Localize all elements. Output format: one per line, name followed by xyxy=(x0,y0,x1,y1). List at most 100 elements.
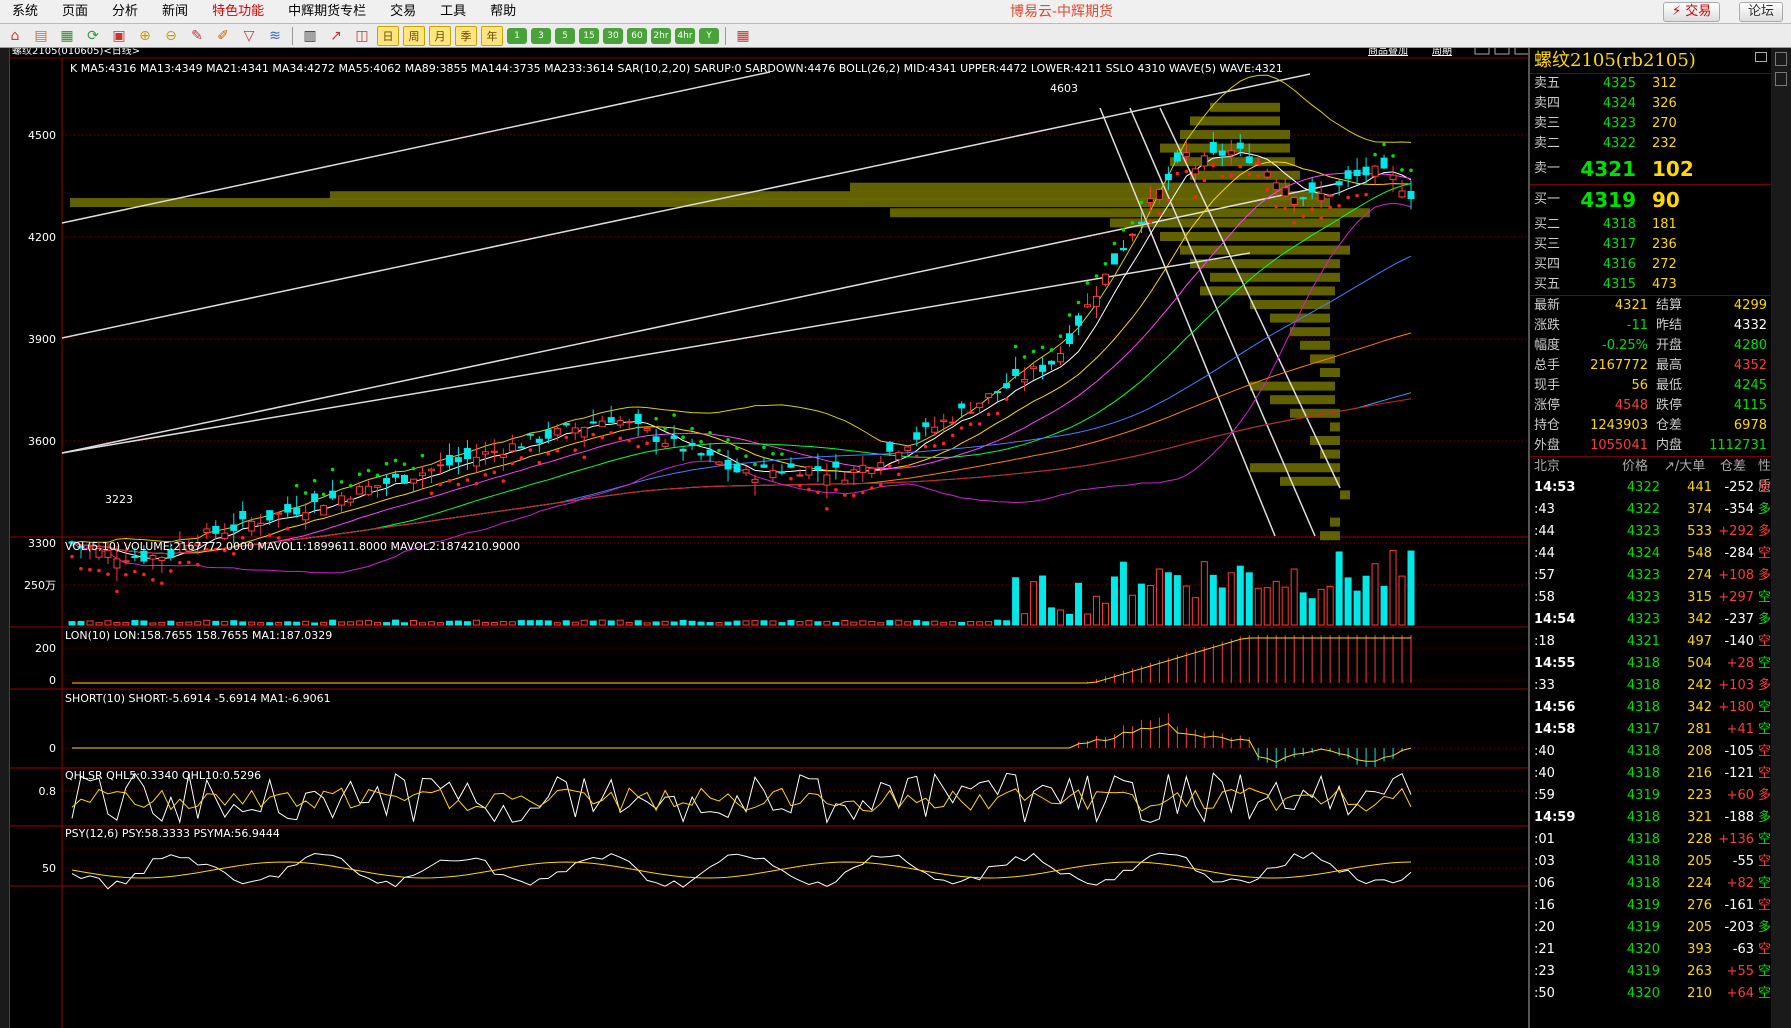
trade-row[interactable]: :06 4318 224 +82 空开 xyxy=(1530,873,1784,895)
trade-row[interactable]: :43 4322 374 -354 多平 xyxy=(1530,499,1784,521)
trade-row[interactable]: :18 4321 497 -140 空平 xyxy=(1530,631,1784,653)
chart-window-icon[interactable] xyxy=(1474,48,1490,55)
bid-row[interactable]: 买三 4317 236 xyxy=(1530,235,1771,255)
chart-window-icon[interactable] xyxy=(1494,48,1510,55)
trade-row[interactable]: 14:56 4318 342 +180 空开 xyxy=(1530,697,1784,719)
ask-row[interactable]: 卖五 4325 312 xyxy=(1530,74,1771,94)
chart-window-icon[interactable] xyxy=(1514,48,1528,55)
interval-button[interactable]: 4hr xyxy=(675,27,695,44)
trade-row[interactable]: 14:55 4318 504 +28 空开 xyxy=(1530,653,1784,675)
period-button[interactable]: 季 xyxy=(455,25,477,46)
candle-body xyxy=(661,442,669,447)
chart-icon[interactable]: ▦ xyxy=(56,26,78,46)
pen-icon[interactable]: ✎ xyxy=(186,26,208,46)
interval-button[interactable]: 2hr xyxy=(651,27,671,44)
menu-item[interactable]: 帮助 xyxy=(478,0,528,24)
volume-bar xyxy=(841,619,849,626)
brush-icon[interactable]: ✐ xyxy=(212,26,234,46)
period-button[interactable]: 日 xyxy=(377,25,399,46)
period-button[interactable]: 年 xyxy=(481,25,503,46)
table-icon[interactable]: ▥ xyxy=(299,26,321,46)
menu-item[interactable]: 新闻 xyxy=(150,0,200,24)
trade-row[interactable]: :44 4323 533 +292 多开 xyxy=(1530,521,1784,543)
interval-button[interactable]: 15 xyxy=(579,27,599,44)
trades-list[interactable]: 14:53 4322 441 -252 空平:43 4322 374 -354 … xyxy=(1530,477,1784,1005)
sar-dot xyxy=(79,566,83,571)
interval-button[interactable]: 1 xyxy=(507,27,527,44)
calendar-icon[interactable]: ▦ xyxy=(732,26,754,46)
trade-row[interactable]: :16 4319 276 -161 空平 xyxy=(1530,895,1784,917)
tab-period[interactable]: 周期 xyxy=(1432,48,1452,57)
page-icon[interactable]: ▤ xyxy=(30,26,52,46)
tick-icon[interactable]: ◫ xyxy=(351,26,373,46)
trade-row[interactable]: :50 4320 210 +64 空开 xyxy=(1530,983,1784,1005)
volume-bar xyxy=(374,621,382,626)
menu-item[interactable]: 工具 xyxy=(428,0,478,24)
menu-item[interactable]: 中辉期货专栏 xyxy=(276,0,378,24)
refresh-icon[interactable]: ⟳ xyxy=(82,26,104,46)
interval-button[interactable]: 60 xyxy=(627,27,647,44)
trade-row[interactable]: :01 4318 228 +136 空开 xyxy=(1530,829,1784,851)
menu-item[interactable]: 系统 xyxy=(0,0,50,24)
panel-toggle-icon[interactable] xyxy=(1755,52,1767,62)
trade-row[interactable]: :03 4318 205 -55 空平 xyxy=(1530,851,1784,873)
ask-row[interactable]: 卖三 4323 270 xyxy=(1530,114,1771,134)
ask-label: 卖四 xyxy=(1534,96,1561,111)
menu-item[interactable]: 交易 xyxy=(378,0,428,24)
trade-price: 4319 xyxy=(1626,788,1660,803)
indicator-icon[interactable]: ≋ xyxy=(264,26,286,46)
trade-row[interactable]: 14:59 4318 321 -188 多平 xyxy=(1530,807,1784,829)
menu-item[interactable]: 分析 xyxy=(100,0,150,24)
period-button[interactable]: 月 xyxy=(429,25,451,46)
interval-button[interactable]: 3 xyxy=(531,27,551,44)
ask-row[interactable]: 卖四 4324 326 xyxy=(1530,94,1771,114)
trade-button[interactable]: ⚡ 交易 xyxy=(1663,2,1721,22)
trade-price: 4323 xyxy=(1626,612,1660,627)
candle-body xyxy=(1155,188,1163,200)
volume-bar xyxy=(751,620,759,626)
collapse-icon[interactable] xyxy=(1775,72,1787,86)
bid-row[interactable]: 买二 4318 181 xyxy=(1530,215,1771,235)
period-button[interactable]: 周 xyxy=(403,25,425,46)
ask1-row[interactable]: 卖一 4321 102 xyxy=(1530,154,1771,184)
trade-row[interactable]: :40 4318 216 -121 空平 xyxy=(1530,763,1784,785)
expand-icon[interactable] xyxy=(1775,52,1787,66)
window-icon[interactable]: ▣ xyxy=(108,26,130,46)
interval-button[interactable]: Y xyxy=(699,27,719,44)
filter-icon[interactable]: ▽ xyxy=(238,26,260,46)
trade-row[interactable]: :40 4318 208 -105 空平 xyxy=(1530,741,1784,763)
kline-chart[interactable]: 螺纹2105(010605)<日线> 商品叠加 周期 K MA5:4316 MA13:… xyxy=(10,48,1528,1028)
interval-button[interactable]: 5 xyxy=(555,27,575,44)
zoom-out-icon[interactable]: ⊖ xyxy=(160,26,182,46)
zoom-in-icon[interactable]: ⊕ xyxy=(134,26,156,46)
trades-header-vol: ↗/大单 xyxy=(1664,459,1706,474)
trade-time: :06 xyxy=(1534,876,1555,891)
volume-bar xyxy=(598,619,606,626)
trade-row[interactable]: :59 4319 223 +60 多开 xyxy=(1530,785,1784,807)
menu-item[interactable]: 页面 xyxy=(50,0,100,24)
trade-row[interactable]: 14:53 4322 441 -252 空平 xyxy=(1530,477,1784,499)
menu-item[interactable]: 特色功能 xyxy=(200,0,276,24)
trade-row[interactable]: :58 4323 315 +297 空开 xyxy=(1530,587,1784,609)
bid1-row[interactable]: 买一 4319 90 xyxy=(1530,185,1771,215)
home-icon[interactable]: ⌂ xyxy=(4,26,26,46)
trade-vol: 242 xyxy=(1687,678,1712,693)
trade-row[interactable]: :20 4319 205 -203 多平 xyxy=(1530,917,1784,939)
trade-row[interactable]: 14:58 4317 281 +41 空开 xyxy=(1530,719,1784,741)
interval-button[interactable]: 30 xyxy=(603,27,623,44)
bid-row[interactable]: 买四 4316 272 xyxy=(1530,255,1771,275)
trade-row[interactable]: 14:54 4323 342 -237 多平 xyxy=(1530,609,1784,631)
left-sidebar-strip[interactable] xyxy=(0,48,10,1028)
bid-row[interactable]: 买五 4315 473 xyxy=(1530,275,1771,295)
trade-row[interactable]: :44 4324 548 -284 空平 xyxy=(1530,543,1784,565)
chart-canvas[interactable]: 螺纹2105(010605)<日线> 商品叠加 周期 K MA5:4316 MA13:… xyxy=(10,48,1528,1028)
trade-row[interactable]: :23 4319 263 +55 空开 xyxy=(1530,961,1784,983)
trade-row[interactable]: :57 4323 274 +108 多开 xyxy=(1530,565,1784,587)
trade-row[interactable]: :21 4320 393 -63 空平 xyxy=(1530,939,1784,961)
forum-button[interactable]: 论坛 xyxy=(1739,2,1784,22)
sar-dot xyxy=(798,483,802,488)
tab-overlay[interactable]: 商品叠加 xyxy=(1368,48,1408,57)
ask-row[interactable]: 卖二 4322 232 xyxy=(1530,134,1771,154)
trade-row[interactable]: :33 4318 242 +103 多开 xyxy=(1530,675,1784,697)
line-chart-icon[interactable]: ↗ xyxy=(325,26,347,46)
